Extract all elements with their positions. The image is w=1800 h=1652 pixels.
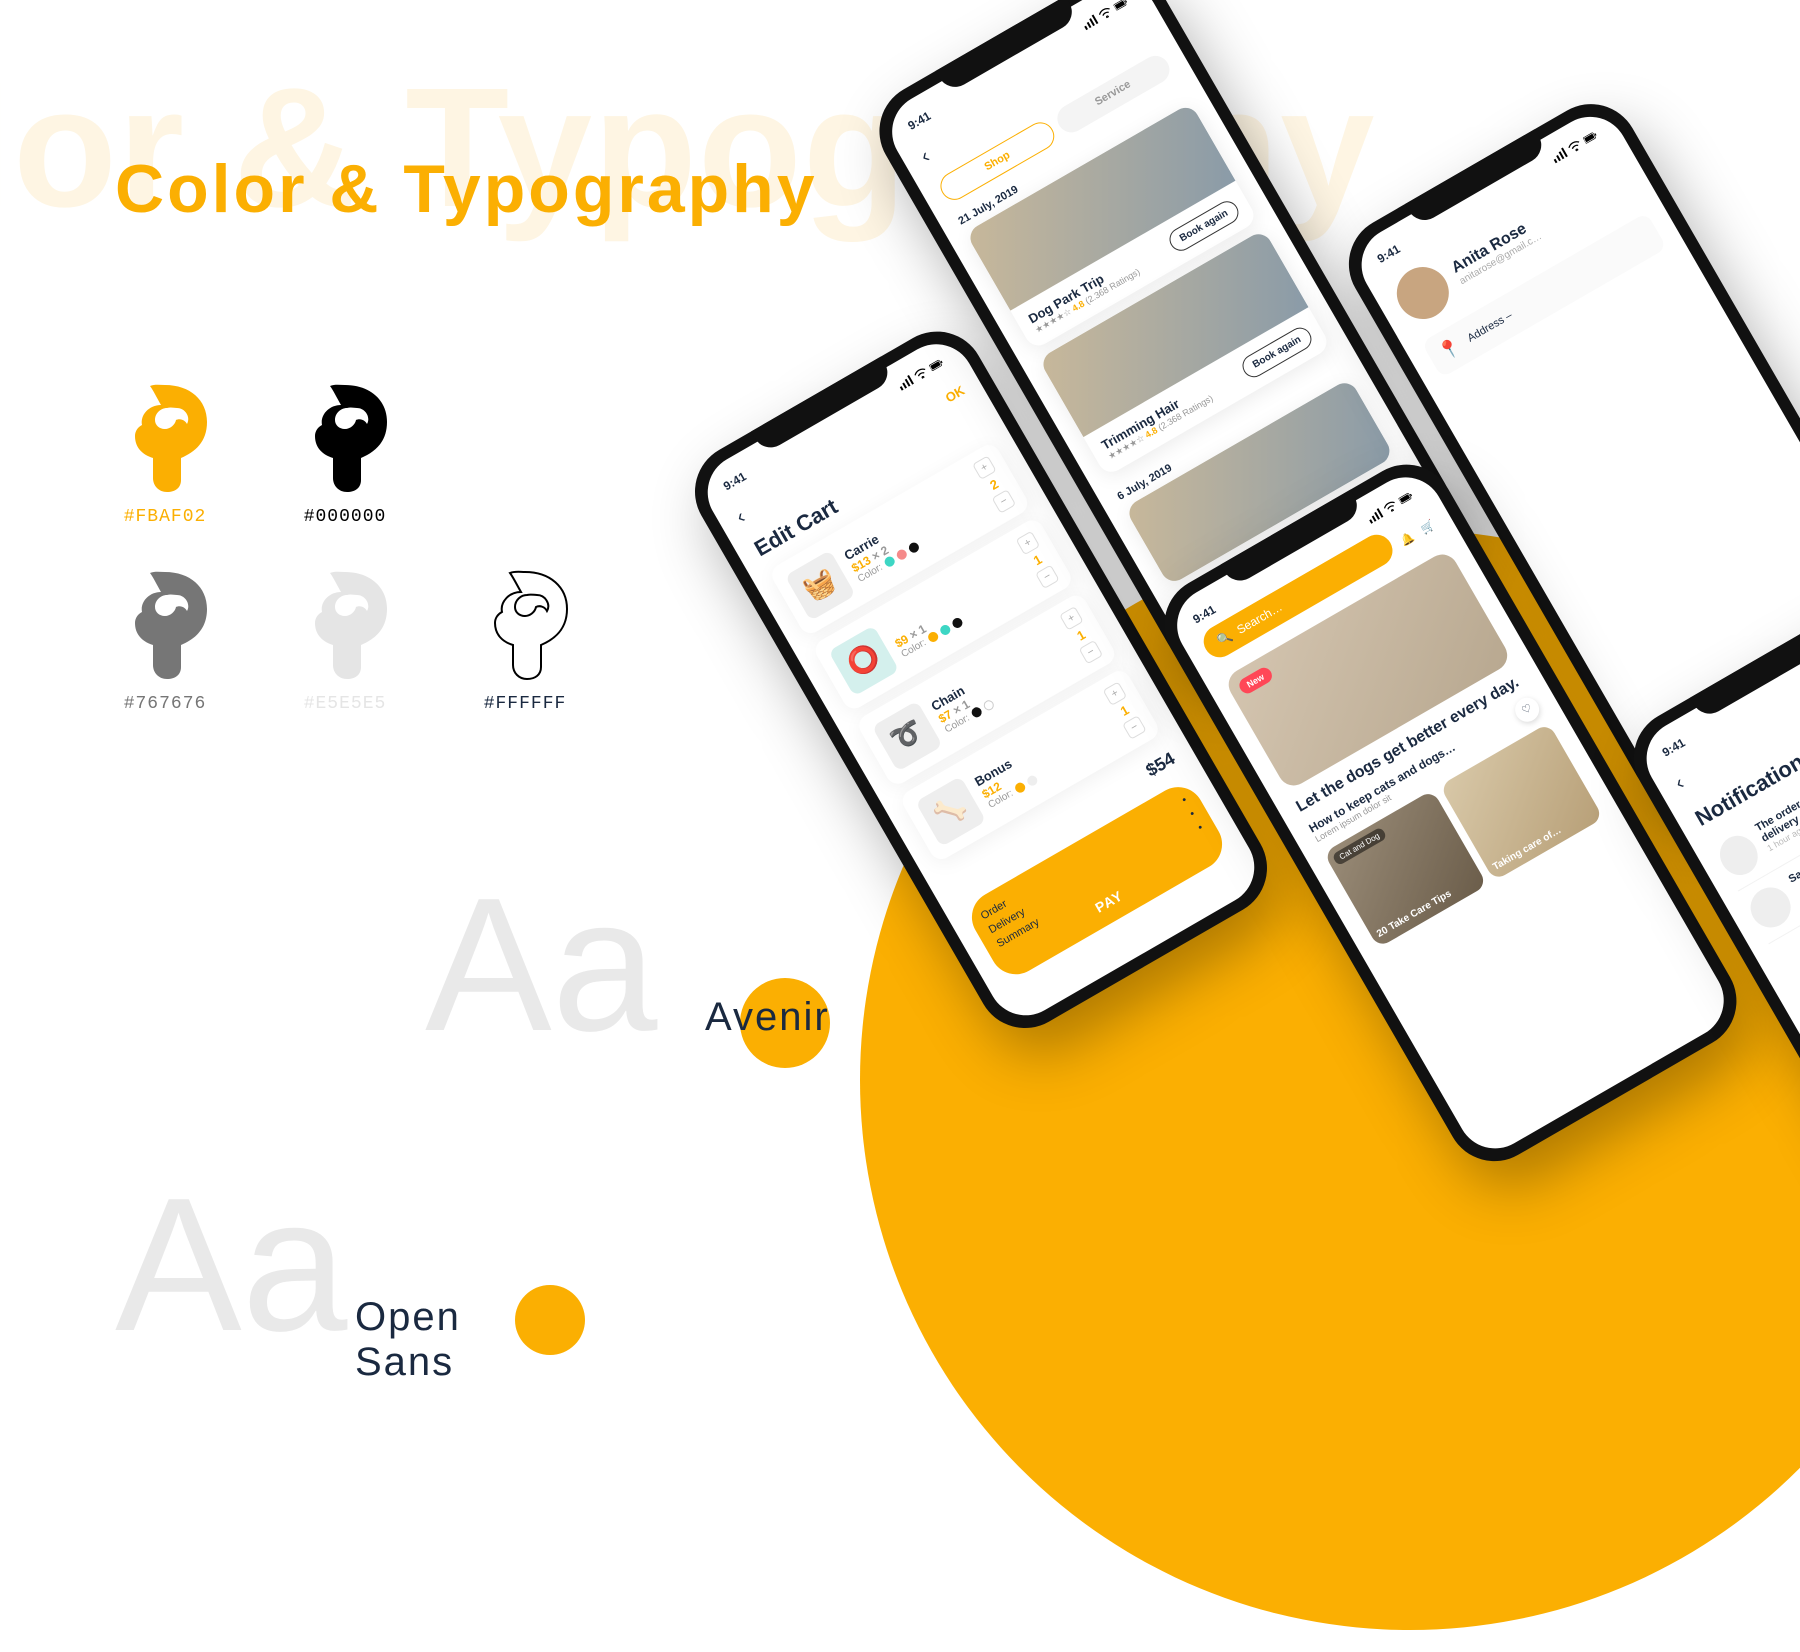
swatch-primary: #FBAF02 xyxy=(115,380,215,527)
logo-icon xyxy=(295,380,395,495)
swatch-gray: #767676 xyxy=(115,567,215,714)
search-icon: 🔍 xyxy=(1214,629,1234,649)
hex-label: #FBAF02 xyxy=(124,507,207,527)
total-value: $54 xyxy=(1142,748,1179,781)
notif-avatar xyxy=(1713,829,1765,882)
product-thumb: ⭕ xyxy=(828,625,899,696)
qty-minus[interactable]: − xyxy=(1122,715,1147,740)
product-thumb: 🦴 xyxy=(915,776,986,847)
back-button[interactable]: ‹ xyxy=(917,145,934,168)
font-name-opensans: Open Sans xyxy=(355,1295,461,1385)
logo-icon xyxy=(115,567,215,682)
logo-icon xyxy=(475,567,575,682)
battery-icon xyxy=(928,357,945,373)
status-time: 9:41 xyxy=(721,469,749,493)
notif-avatar xyxy=(1743,880,1798,935)
qty-minus[interactable]: − xyxy=(992,489,1017,514)
glyph-sample: Aa xyxy=(115,1170,347,1360)
product-thumb: ➰ xyxy=(872,700,943,771)
signal-icon xyxy=(896,375,914,391)
avatar[interactable] xyxy=(1387,258,1458,329)
product-thumb: 🧺 xyxy=(785,550,856,621)
hex-label: #000000 xyxy=(304,507,387,527)
hex-label: #767676 xyxy=(124,694,207,714)
wifi-icon xyxy=(912,366,929,382)
glyph-sample: Aa xyxy=(425,870,657,1060)
logo-icon xyxy=(295,567,395,682)
color-swatches: #FBAF02 #000000 #767676 #E5E5E5 #FFFFFF xyxy=(115,380,575,754)
heart-icon[interactable]: ♡ xyxy=(1511,693,1544,726)
page-title: Color & Typography xyxy=(115,150,818,228)
swatch-white: #FFFFFF xyxy=(475,567,575,714)
ok-button[interactable]: OK xyxy=(943,383,967,406)
back-button[interactable]: ‹ xyxy=(1671,772,1688,795)
qty-minus[interactable]: − xyxy=(1035,564,1060,589)
hex-label: #E5E5E5 xyxy=(304,694,387,714)
pin-icon: 📍 xyxy=(1435,335,1465,364)
swatch-black: #000000 xyxy=(295,380,395,527)
qty-minus[interactable]: − xyxy=(1079,640,1104,665)
swatch-lightgray: #E5E5E5 xyxy=(295,567,395,714)
cart-icon[interactable]: 🛒 xyxy=(1418,518,1436,536)
hex-label: #FFFFFF xyxy=(484,694,567,714)
logo-icon xyxy=(115,380,215,495)
font-name-avenir: Avenir xyxy=(705,995,830,1040)
accent-dot xyxy=(515,1285,585,1355)
qty-value: 2 xyxy=(987,476,1001,493)
bell-icon[interactable]: 🔔 xyxy=(1398,530,1416,548)
new-badge: New xyxy=(1237,665,1275,696)
back-button[interactable]: ‹ xyxy=(732,506,749,529)
